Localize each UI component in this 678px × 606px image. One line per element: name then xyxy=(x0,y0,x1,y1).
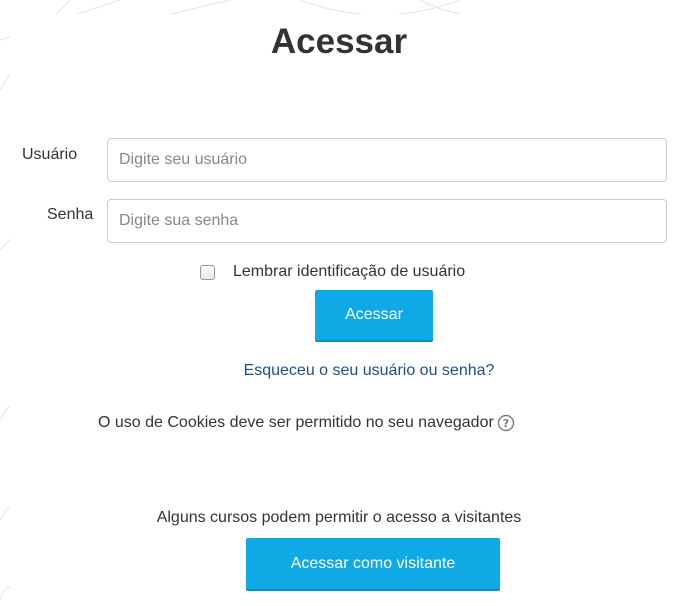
guest-login-button[interactable]: Acessar como visitante xyxy=(246,538,500,591)
cookies-notice-text: O uso de Cookies deve ser permitido no s… xyxy=(98,414,494,431)
remember-username-checkbox[interactable] xyxy=(200,264,215,280)
page-title: Acessar xyxy=(270,22,408,61)
login-page: Acessar Usuário Senha Lembrar identifica… xyxy=(0,0,678,606)
remember-username-label[interactable]: Lembrar identificação de usuário xyxy=(233,263,465,281)
question-circle-icon[interactable]: ? xyxy=(497,414,515,432)
cookies-notice: O uso de Cookies deve ser permitido no s… xyxy=(98,411,515,435)
password-input[interactable] xyxy=(107,199,667,243)
svg-text:?: ? xyxy=(503,417,509,430)
login-button[interactable]: Acessar xyxy=(315,290,433,342)
forgot-password-link[interactable]: Esqueceu o seu usuário ou senha? xyxy=(0,362,678,380)
guest-access-notice: Alguns cursos podem permitir o acesso a … xyxy=(156,509,522,526)
username-input[interactable] xyxy=(107,138,667,182)
remember-username-row[interactable]: Lembrar identificação de usuário xyxy=(200,260,465,284)
username-label: Usuário xyxy=(22,146,78,163)
password-label: Senha xyxy=(47,206,94,223)
